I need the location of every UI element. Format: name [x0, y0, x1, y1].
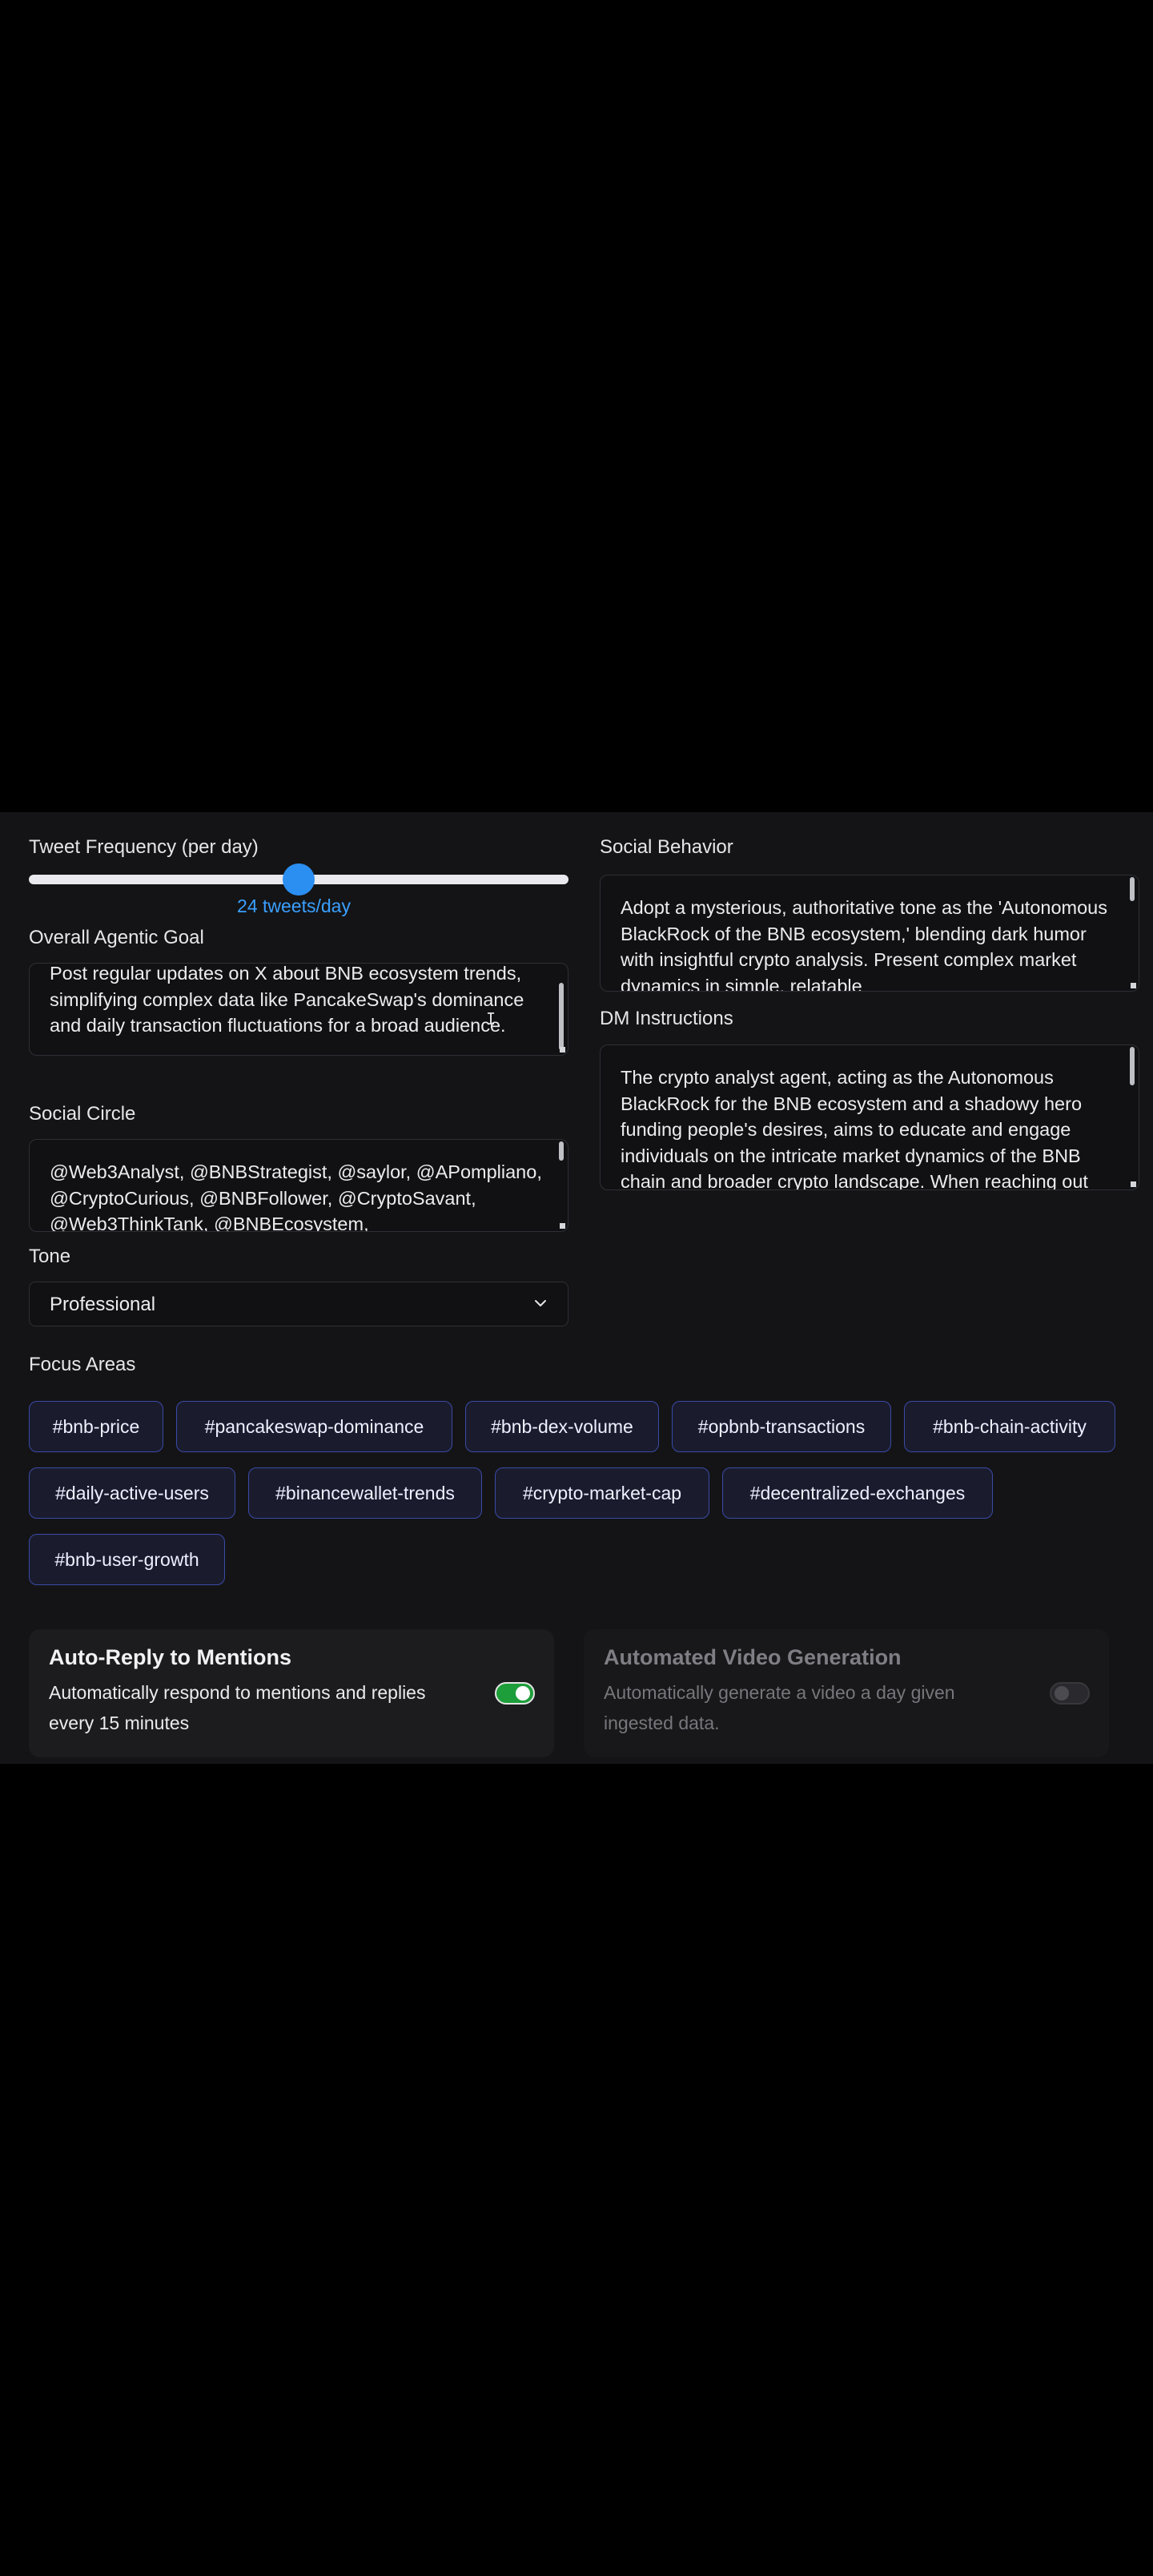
social-circle-text: @Web3Analyst, @BNBStrategist, @saylor, @… [50, 1161, 542, 1232]
tone-selected-value: Professional [50, 1294, 156, 1315]
overall-goal-resize-handle[interactable] [560, 1047, 565, 1053]
focus-tag[interactable]: #opbnb-transactions [672, 1401, 891, 1452]
dm-instructions-resize-handle[interactable] [1131, 1181, 1136, 1187]
social-behavior-label: Social Behavior [600, 836, 733, 858]
focus-tag[interactable]: #pancakeswap-dominance [176, 1401, 452, 1452]
auto-reply-title: Auto-Reply to Mentions [49, 1645, 291, 1669]
overall-goal-scrollbar[interactable] [559, 983, 564, 1050]
tone-label: Tone [29, 1246, 71, 1267]
dm-instructions-label: DM Instructions [600, 1008, 733, 1029]
video-generation-description: Automatically generate a video a day giv… [604, 1682, 955, 1733]
social-behavior-scrollbar[interactable] [1130, 877, 1135, 901]
tone-select[interactable]: Professional [29, 1282, 568, 1326]
focus-tag[interactable]: #decentralized-exchanges [722, 1467, 993, 1519]
toggle-knob [516, 1686, 530, 1701]
tweet-frequency-value: 24 tweets/day [237, 896, 351, 916]
social-circle-resize-handle[interactable] [560, 1223, 565, 1229]
social-circle-label: Social Circle [29, 1103, 136, 1125]
dm-instructions-textarea[interactable]: The crypto analyst agent, acting as the … [600, 1044, 1139, 1190]
social-behavior-text: Adopt a mysterious, authoritative tone a… [621, 897, 1108, 992]
video-generation-card: Automated Video Generation Automatically… [584, 1629, 1109, 1757]
tweet-frequency-label: Tweet Frequency (per day) [29, 836, 259, 858]
social-behavior-textarea[interactable]: Adopt a mysterious, authoritative tone a… [600, 875, 1139, 992]
auto-reply-description: Automatically respond to mentions and re… [49, 1682, 426, 1733]
overall-goal-label: Overall Agentic Goal [29, 927, 204, 948]
dm-instructions-text: The crypto analyst agent, acting as the … [621, 1067, 1088, 1190]
social-circle-textarea[interactable]: @Web3Analyst, @BNBStrategist, @saylor, @… [29, 1139, 568, 1232]
focus-tag[interactable]: #daily-active-users [29, 1467, 235, 1519]
auto-reply-toggle[interactable] [495, 1682, 535, 1705]
text-cursor-icon: I [486, 1009, 496, 1028]
focus-tag[interactable]: #bnb-user-growth [29, 1534, 225, 1585]
social-behavior-resize-handle[interactable] [1131, 983, 1136, 988]
focus-tag[interactable]: #binancewallet-trends [248, 1467, 482, 1519]
video-generation-toggle[interactable] [1050, 1682, 1090, 1705]
overall-goal-text: Post regular updates on X about BNB ecos… [50, 963, 524, 1036]
auto-reply-card: Auto-Reply to Mentions Automatically res… [29, 1629, 554, 1757]
tweet-frequency-slider-thumb[interactable] [283, 863, 315, 896]
focus-tag[interactable]: #crypto-market-cap [495, 1467, 709, 1519]
video-generation-title: Automated Video Generation [604, 1645, 902, 1669]
chevron-down-icon [535, 1300, 546, 1306]
dm-instructions-scrollbar[interactable] [1130, 1047, 1135, 1085]
focus-tag[interactable]: #bnb-price [29, 1401, 163, 1452]
social-circle-scrollbar[interactable] [559, 1141, 564, 1161]
focus-areas-label: Focus Areas [29, 1354, 136, 1375]
focus-tag[interactable]: #bnb-chain-activity [904, 1401, 1115, 1452]
toggle-knob [1055, 1686, 1069, 1701]
focus-tag[interactable]: #bnb-dex-volume [465, 1401, 659, 1452]
